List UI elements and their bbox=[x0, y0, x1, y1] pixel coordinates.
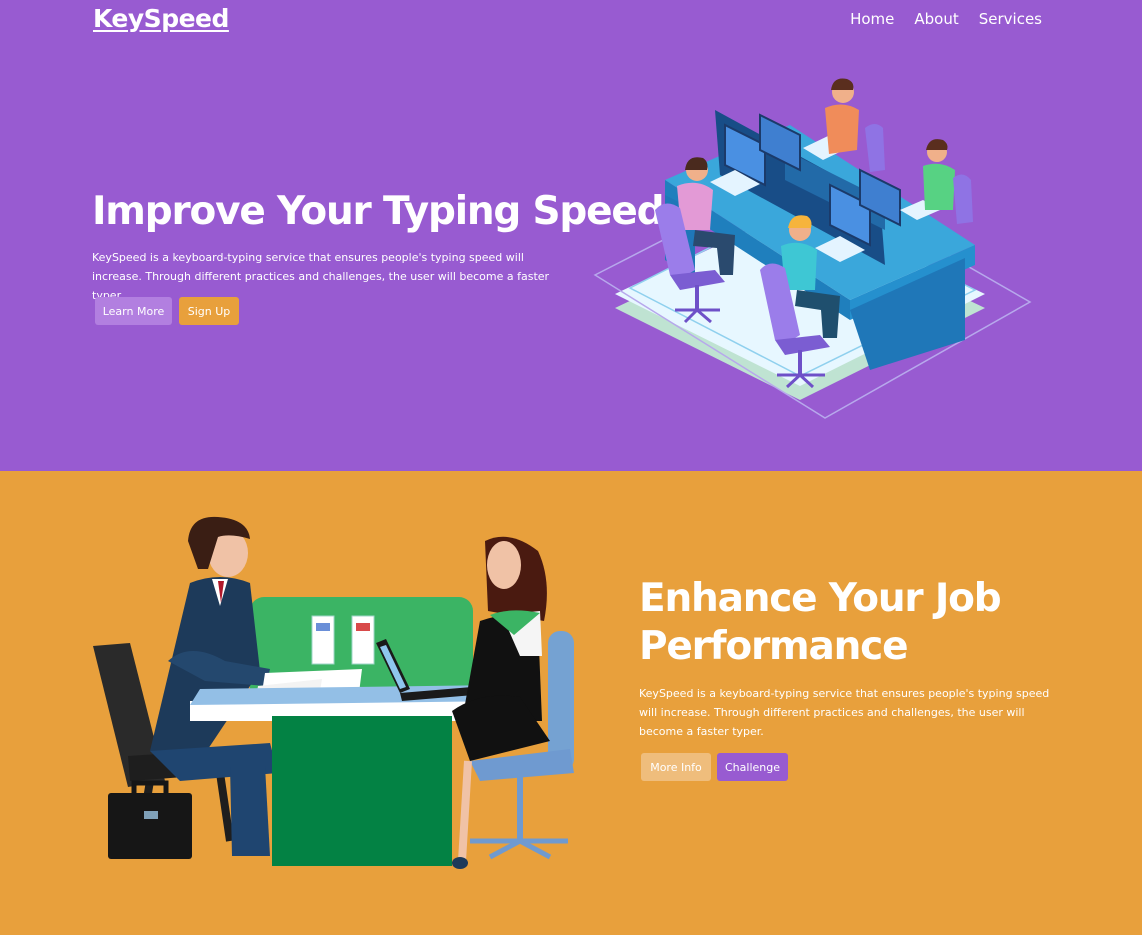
nav-services[interactable]: Services bbox=[979, 10, 1042, 28]
hero-section: KeySpeed Home About Services Improve You… bbox=[0, 0, 1142, 471]
nav-about[interactable]: About bbox=[914, 10, 958, 28]
learn-more-button[interactable]: Learn More bbox=[95, 297, 172, 325]
nav-home[interactable]: Home bbox=[850, 10, 894, 28]
challenge-button[interactable]: Challenge bbox=[717, 753, 788, 781]
office-typists-illustration-icon bbox=[593, 78, 1032, 419]
main-nav: Home About Services bbox=[850, 10, 1042, 28]
more-info-button[interactable]: More Info bbox=[641, 753, 711, 781]
job-interview-illustration-icon bbox=[93, 516, 574, 869]
sign-up-button[interactable]: Sign Up bbox=[179, 297, 239, 325]
job-section-title: Enhance Your Job Performance bbox=[639, 576, 1002, 669]
job-section: Enhance Your Job Performance KeySpeed is… bbox=[0, 471, 1142, 935]
hero-title: Improve Your Typing Speed bbox=[92, 189, 665, 234]
site-logo[interactable]: KeySpeed bbox=[93, 4, 229, 33]
job-section-description: KeySpeed is a keyboard-typing service th… bbox=[639, 687, 1050, 738]
